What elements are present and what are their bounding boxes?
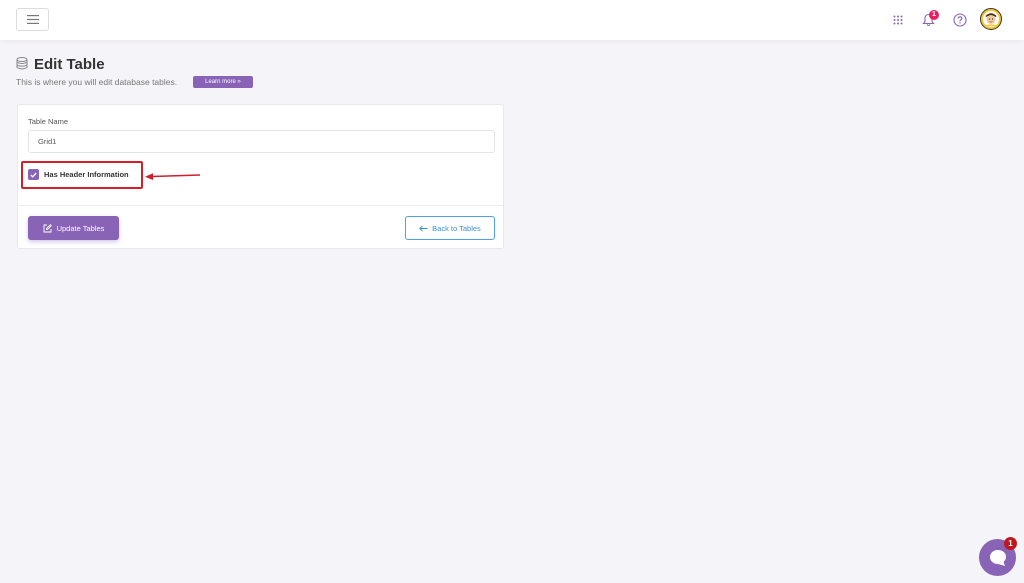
help-button[interactable] (950, 10, 970, 30)
notification-badge: 1 (929, 10, 939, 20)
top-navbar: 1 (0, 0, 1024, 40)
chat-badge: 1 (1004, 537, 1017, 550)
user-avatar-button[interactable] (980, 8, 1002, 30)
chat-icon (989, 549, 1006, 566)
back-to-tables-button[interactable]: Back to Tables (405, 216, 495, 240)
has-header-label: Has Header Information (44, 170, 129, 179)
edit-table-card: Table Name Has Header Information Update… (17, 104, 504, 249)
page-subtitle: This is where you will edit database tab… (16, 77, 178, 87)
checkmark-icon (30, 172, 37, 178)
hamburger-icon (26, 15, 39, 24)
update-tables-label: Update Tables (56, 223, 105, 233)
arrow-left-icon (419, 224, 428, 232)
has-header-checkbox[interactable] (28, 169, 39, 180)
update-tables-button[interactable]: Update Tables (28, 216, 119, 240)
hamburger-menu-button[interactable] (16, 8, 49, 31)
back-to-tables-label: Back to Tables (432, 223, 481, 233)
page-title: Edit Table (34, 56, 105, 73)
apps-grid-icon (893, 15, 903, 25)
edit-icon (43, 223, 52, 232)
learn-more-button[interactable]: Learn more » (193, 76, 253, 88)
apps-grid-button[interactable] (888, 10, 908, 30)
annotation-arrow-icon (145, 173, 201, 180)
card-divider (18, 205, 503, 206)
table-name-input[interactable] (28, 130, 495, 153)
help-circle-icon (953, 13, 967, 27)
database-icon (16, 57, 28, 70)
table-name-label: Table Name (28, 117, 69, 126)
avatar-icon (980, 8, 1002, 30)
